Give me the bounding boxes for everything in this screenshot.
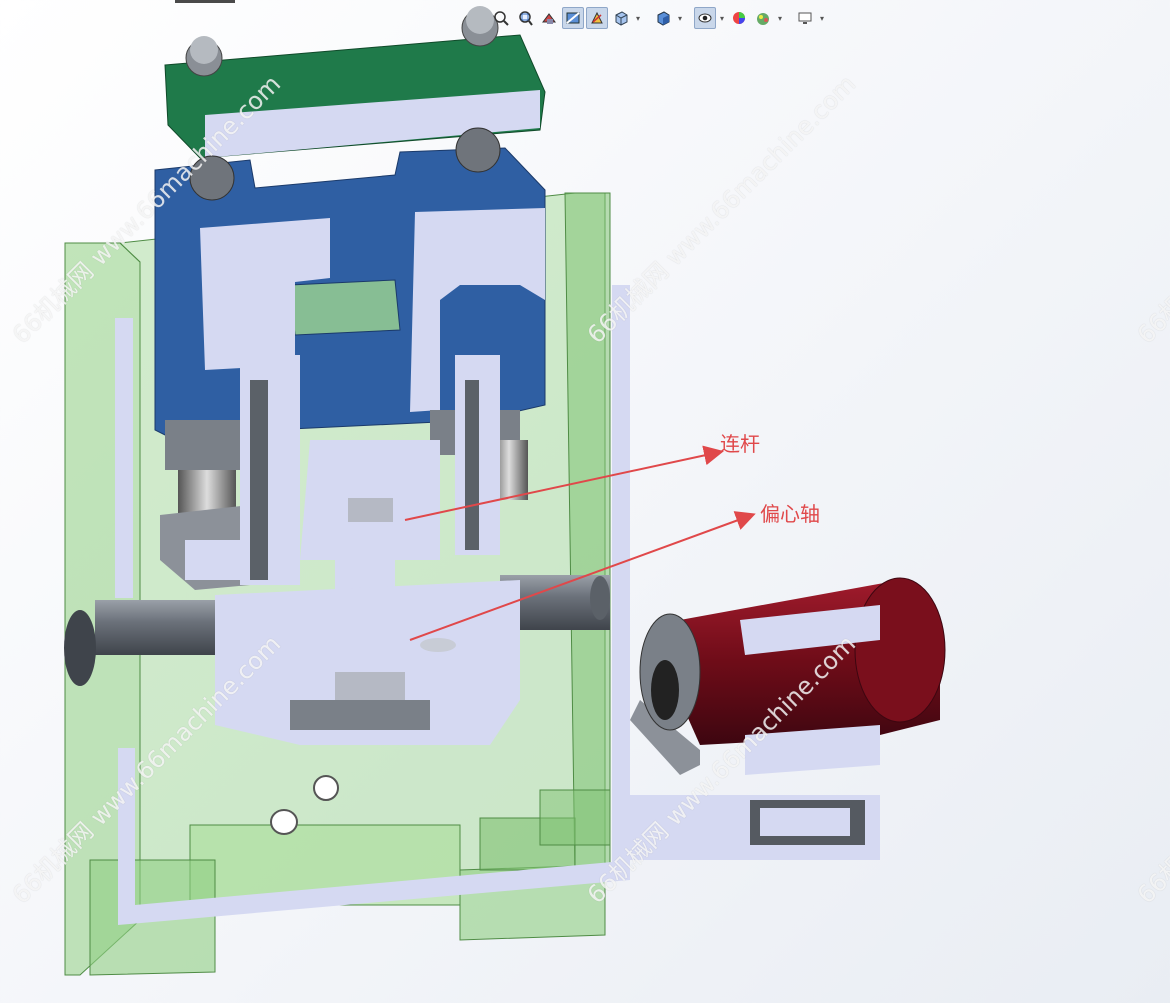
display-style-icon[interactable] — [652, 7, 674, 29]
assembly-model — [64, 6, 946, 976]
label-connecting-rod: 连杆 — [720, 432, 760, 456]
hide-show-items-icon[interactable] — [694, 7, 716, 29]
zoom-to-area-icon[interactable] — [514, 7, 536, 29]
heads-up-view-toolbar: ▾ ▾ ▾ ▾ ▾ — [490, 4, 826, 32]
edit-appearance-icon[interactable] — [728, 7, 750, 29]
view-orientation-dropdown-icon[interactable]: ▾ — [634, 7, 642, 29]
previous-view-icon[interactable] — [538, 7, 560, 29]
apply-scene-icon[interactable] — [752, 7, 774, 29]
section-view-icon[interactable] — [562, 7, 584, 29]
label-eccentric-shaft: 偏心轴 — [760, 502, 820, 526]
view-settings-icon[interactable] — [794, 7, 816, 29]
display-style-dropdown-icon[interactable]: ▾ — [676, 7, 684, 29]
view-settings-dropdown-icon[interactable]: ▾ — [818, 7, 826, 29]
dynamic-annotation-icon[interactable] — [586, 7, 608, 29]
cad-viewport[interactable]: ▾ ▾ ▾ ▾ ▾ 连杆 偏心轴 66机械网 www.66machine.com… — [0, 0, 1170, 1003]
apply-scene-dropdown-icon[interactable]: ▾ — [776, 7, 784, 29]
zoom-to-fit-icon[interactable] — [490, 7, 512, 29]
hide-show-dropdown-icon[interactable]: ▾ — [718, 7, 726, 29]
view-orientation-icon[interactable] — [610, 7, 632, 29]
